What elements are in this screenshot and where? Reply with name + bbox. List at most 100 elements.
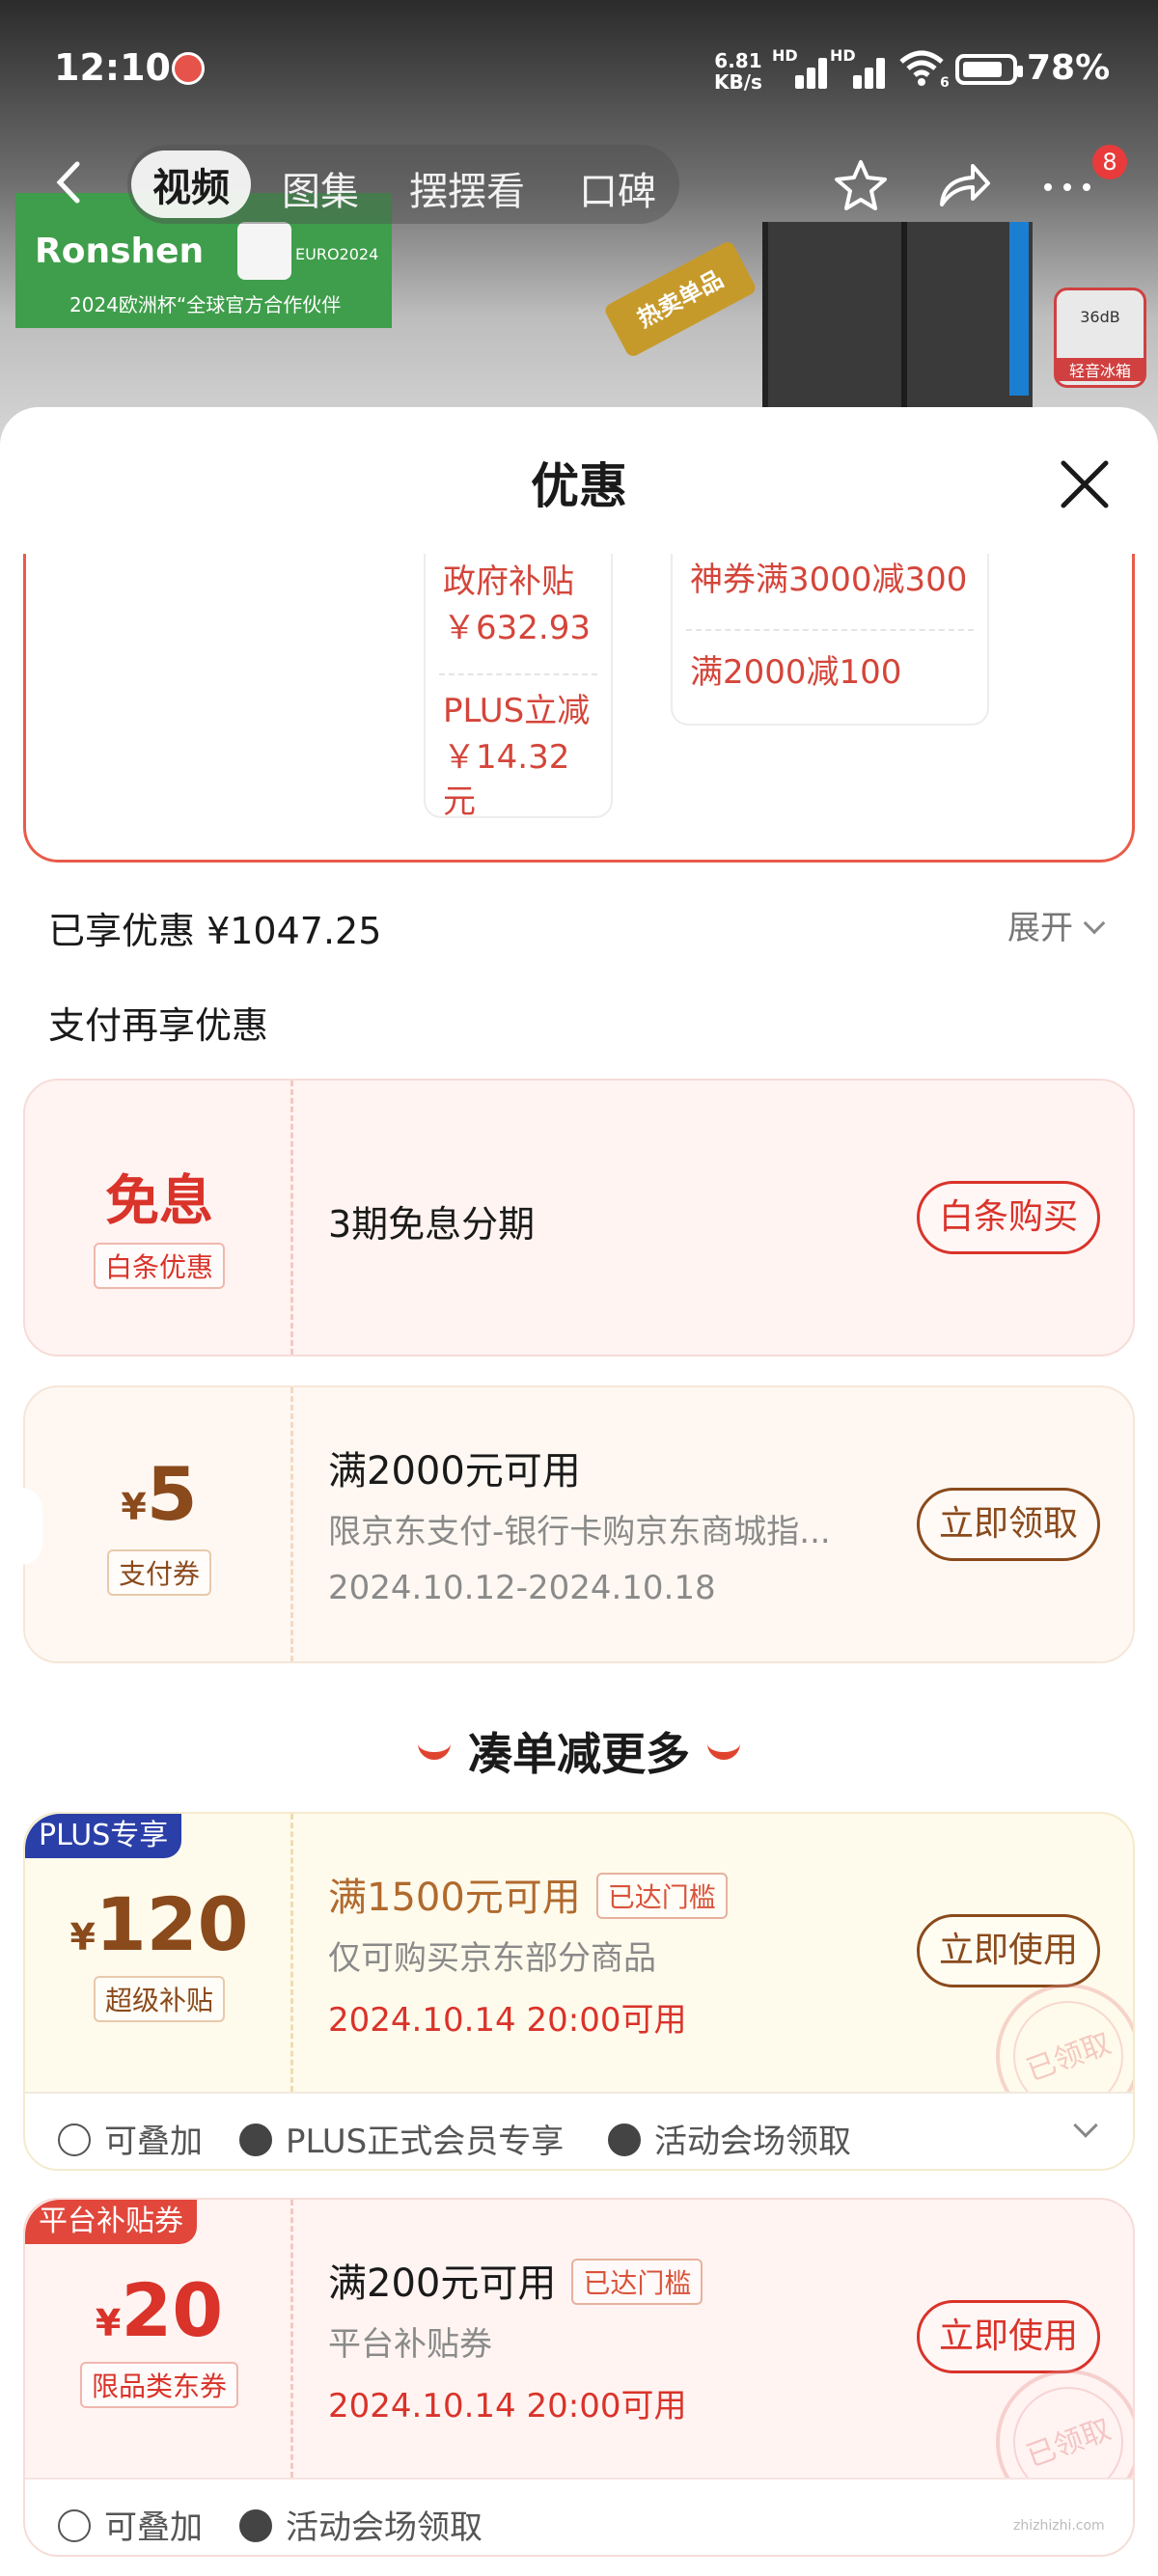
euro-logo-icon [237, 222, 291, 280]
chevron-down-icon[interactable] [1073, 2113, 1098, 2138]
coupon-line-1: 神券满3000减300 [690, 561, 968, 599]
use-now-button[interactable]: 立即使用 [917, 2300, 1100, 2373]
coupon-line-2: 满2000减100 [690, 653, 902, 692]
currency-symbol: ¥ [69, 1916, 96, 1959]
interest-free-coupon: 免息 白条优惠 3期免息分期 白条购买 [23, 1079, 1135, 1357]
close-icon[interactable] [1056, 455, 1114, 513]
ticket-icon [608, 2123, 641, 2156]
media-tabs: 视频 图集 摆摆看 口碑 [127, 145, 679, 224]
platform-subsidy-tag: 平台补贴券 [25, 2200, 197, 2244]
pay-coupon-title: 满2000元可用 [328, 1449, 581, 1494]
net-speed-unit: KB/s [714, 70, 762, 94]
stackable-feature: 可叠加 [58, 2115, 203, 2162]
favorite-star-icon[interactable] [832, 158, 890, 212]
signal-hd-label-2: HD [830, 46, 856, 65]
plus-exclusive-tag: PLUS专享 [25, 1814, 182, 1858]
brand-subtitle: 2024欧洲杯“全球官方合作伙伴 [69, 293, 342, 316]
plus-coupon-title-row: 满1500元可用 已达门槛 [328, 1866, 728, 1923]
pay-coupon-desc: 限京东支付-银行卡购京东商城指... [328, 1513, 831, 1551]
plus-coupon-title: 满1500元可用 [328, 1876, 581, 1920]
sheet-content: 政府补贴 ￥632.93 PLUS立减 ￥14.32元 神券满3000减300 … [0, 554, 1158, 2576]
discount-sheet: 优惠 政府补贴 ￥632.93 PLUS立减 ￥14.32元 神券满3000减3… [0, 407, 1158, 2576]
platform-coupon-desc: 平台补贴券 [328, 2325, 492, 2364]
signal-icon: HD [772, 46, 827, 89]
plus-member-feature: PLUS正式会员专享 [239, 2115, 564, 2162]
pay-coupon-tag: 支付券 [106, 1549, 212, 1596]
expand-label: 展开 [1007, 909, 1073, 947]
platform-coupon-title: 满200元可用 [328, 2261, 557, 2306]
plus-discount-value: ￥14.32元 [443, 738, 570, 821]
ticket-icon [239, 2508, 272, 2542]
currency-symbol: ¥ [95, 2302, 122, 2344]
top-navigation: 视频 图集 摆摆看 口碑 [0, 145, 1158, 224]
quiet-badge-label: 轻音冰箱 [1057, 358, 1144, 381]
euro-label: EURO2024 [295, 245, 379, 263]
venue-claim-feature: 活动会场领取 [239, 2501, 482, 2548]
product-media-background: Ronshen EURO2024 2024欧洲杯“全球官方合作伙伴 热卖单品 3… [0, 0, 1158, 453]
signal-icon-2: HD [830, 46, 885, 89]
more-deals-title: 凑单减更多 [0, 1719, 1158, 1783]
back-arrow-icon[interactable] [46, 158, 95, 206]
signal-hd-label: HD [772, 46, 798, 65]
amount-value: 20 [121, 2267, 224, 2353]
wifi-label: 6 [940, 75, 950, 91]
expand-toggle[interactable]: 展开 [1007, 901, 1106, 948]
decor-bar [1009, 222, 1029, 396]
share-icon[interactable] [934, 158, 992, 212]
threshold-reached-badge: 已达门槛 [595, 1873, 728, 1919]
status-time: 12:10 [54, 46, 171, 89]
threshold-reached-badge: 已达门槛 [571, 2259, 703, 2305]
category-coupon-tag: 限品类东券 [79, 2362, 239, 2408]
more-deals-label: 凑单减更多 [468, 1728, 690, 1780]
sheet-header: 优惠 [0, 407, 1158, 554]
decor-smile-icon [707, 1742, 740, 1760]
plus-discount-label: PLUS立减 [443, 692, 591, 730]
net-speed: 6.81 KB/s [714, 50, 762, 93]
price-summary-card: 政府补贴 ￥632.93 PLUS立减 ￥14.32元 神券满3000减300 … [23, 554, 1135, 863]
interest-free-title: 3期免息分期 [328, 1203, 536, 1246]
use-now-button[interactable]: 立即使用 [917, 1914, 1100, 1987]
quiet-fridge-badge: 36dB 轻音冰箱 [1054, 288, 1146, 388]
venue-claim-feature: 活动会场领取 [608, 2115, 851, 2162]
watermark: zhizhizhi.com [1013, 2518, 1105, 2534]
subsidy-value: ￥632.93 [443, 609, 591, 647]
tab-display[interactable]: 摆摆看 [409, 160, 525, 216]
currency-symbol: ¥ [121, 1486, 147, 1528]
claim-button[interactable]: 立即领取 [917, 1488, 1100, 1561]
stackable-feature: 可叠加 [58, 2501, 203, 2548]
subsidy-box: 政府补贴 ￥632.93 PLUS立减 ￥14.32元 [424, 554, 613, 821]
platform-coupon-amount: ¥20 [25, 2267, 293, 2353]
decor-smile-icon [418, 1742, 451, 1760]
platform-coupon-date: 2024.10.14 20:00可用 [328, 2387, 687, 2425]
tab-gallery[interactable]: 图集 [282, 160, 359, 216]
coupon-box: 神券满3000减300 满2000减100 [671, 554, 989, 726]
platform-coupon-title-row: 满200元可用 已达门槛 [328, 2252, 703, 2309]
more-badge: 8 [1092, 145, 1127, 179]
sheet-title: 优惠 [531, 458, 627, 514]
more-icon[interactable] [1038, 158, 1096, 212]
plus-coupon-features: 可叠加 PLUS正式会员专享 活动会场领取 [25, 2092, 1133, 2169]
amount-value: 120 [95, 1881, 249, 1967]
notification-app-icon [172, 52, 205, 85]
tab-reviews[interactable]: 口碑 [579, 160, 656, 216]
feature-label: 活动会场领取 [286, 2508, 482, 2547]
quiet-badge-db: 36dB [1080, 308, 1120, 326]
pay-more-title: 支付再享优惠 [48, 1004, 269, 1047]
enjoyed-discount: 已享优惠 ¥1047.25 [48, 910, 382, 952]
baitiao-buy-button[interactable]: 白条购买 [917, 1181, 1100, 1254]
platform-coupon: 平台补贴券 ¥20 限品类东券 满200元可用 已达门槛 平台补贴券 2024.1… [23, 2198, 1135, 2557]
amount-value: 5 [146, 1451, 198, 1537]
battery-icon [955, 54, 1023, 85]
crown-icon [239, 2123, 272, 2156]
tab-video[interactable]: 视频 [131, 151, 251, 218]
net-speed-value: 6.81 [714, 49, 762, 72]
platform-coupon-features: 可叠加 活动会场领取 [25, 2478, 1133, 2555]
super-subsidy-tag: 超级补贴 [93, 1976, 226, 2022]
chevron-down-icon [1083, 912, 1106, 935]
plus-coupon-date: 2024.10.14 20:00可用 [328, 2001, 687, 2040]
pay-coupon: ¥5 支付券 满2000元可用 限京东支付-银行卡购京东商城指... 2024.… [21, 1385, 1135, 1663]
stack-icon [58, 2123, 91, 2156]
brand-name: Ronshen [35, 232, 205, 271]
feature-label: 可叠加 [104, 2508, 203, 2547]
feature-label: 活动会场领取 [654, 2123, 851, 2161]
